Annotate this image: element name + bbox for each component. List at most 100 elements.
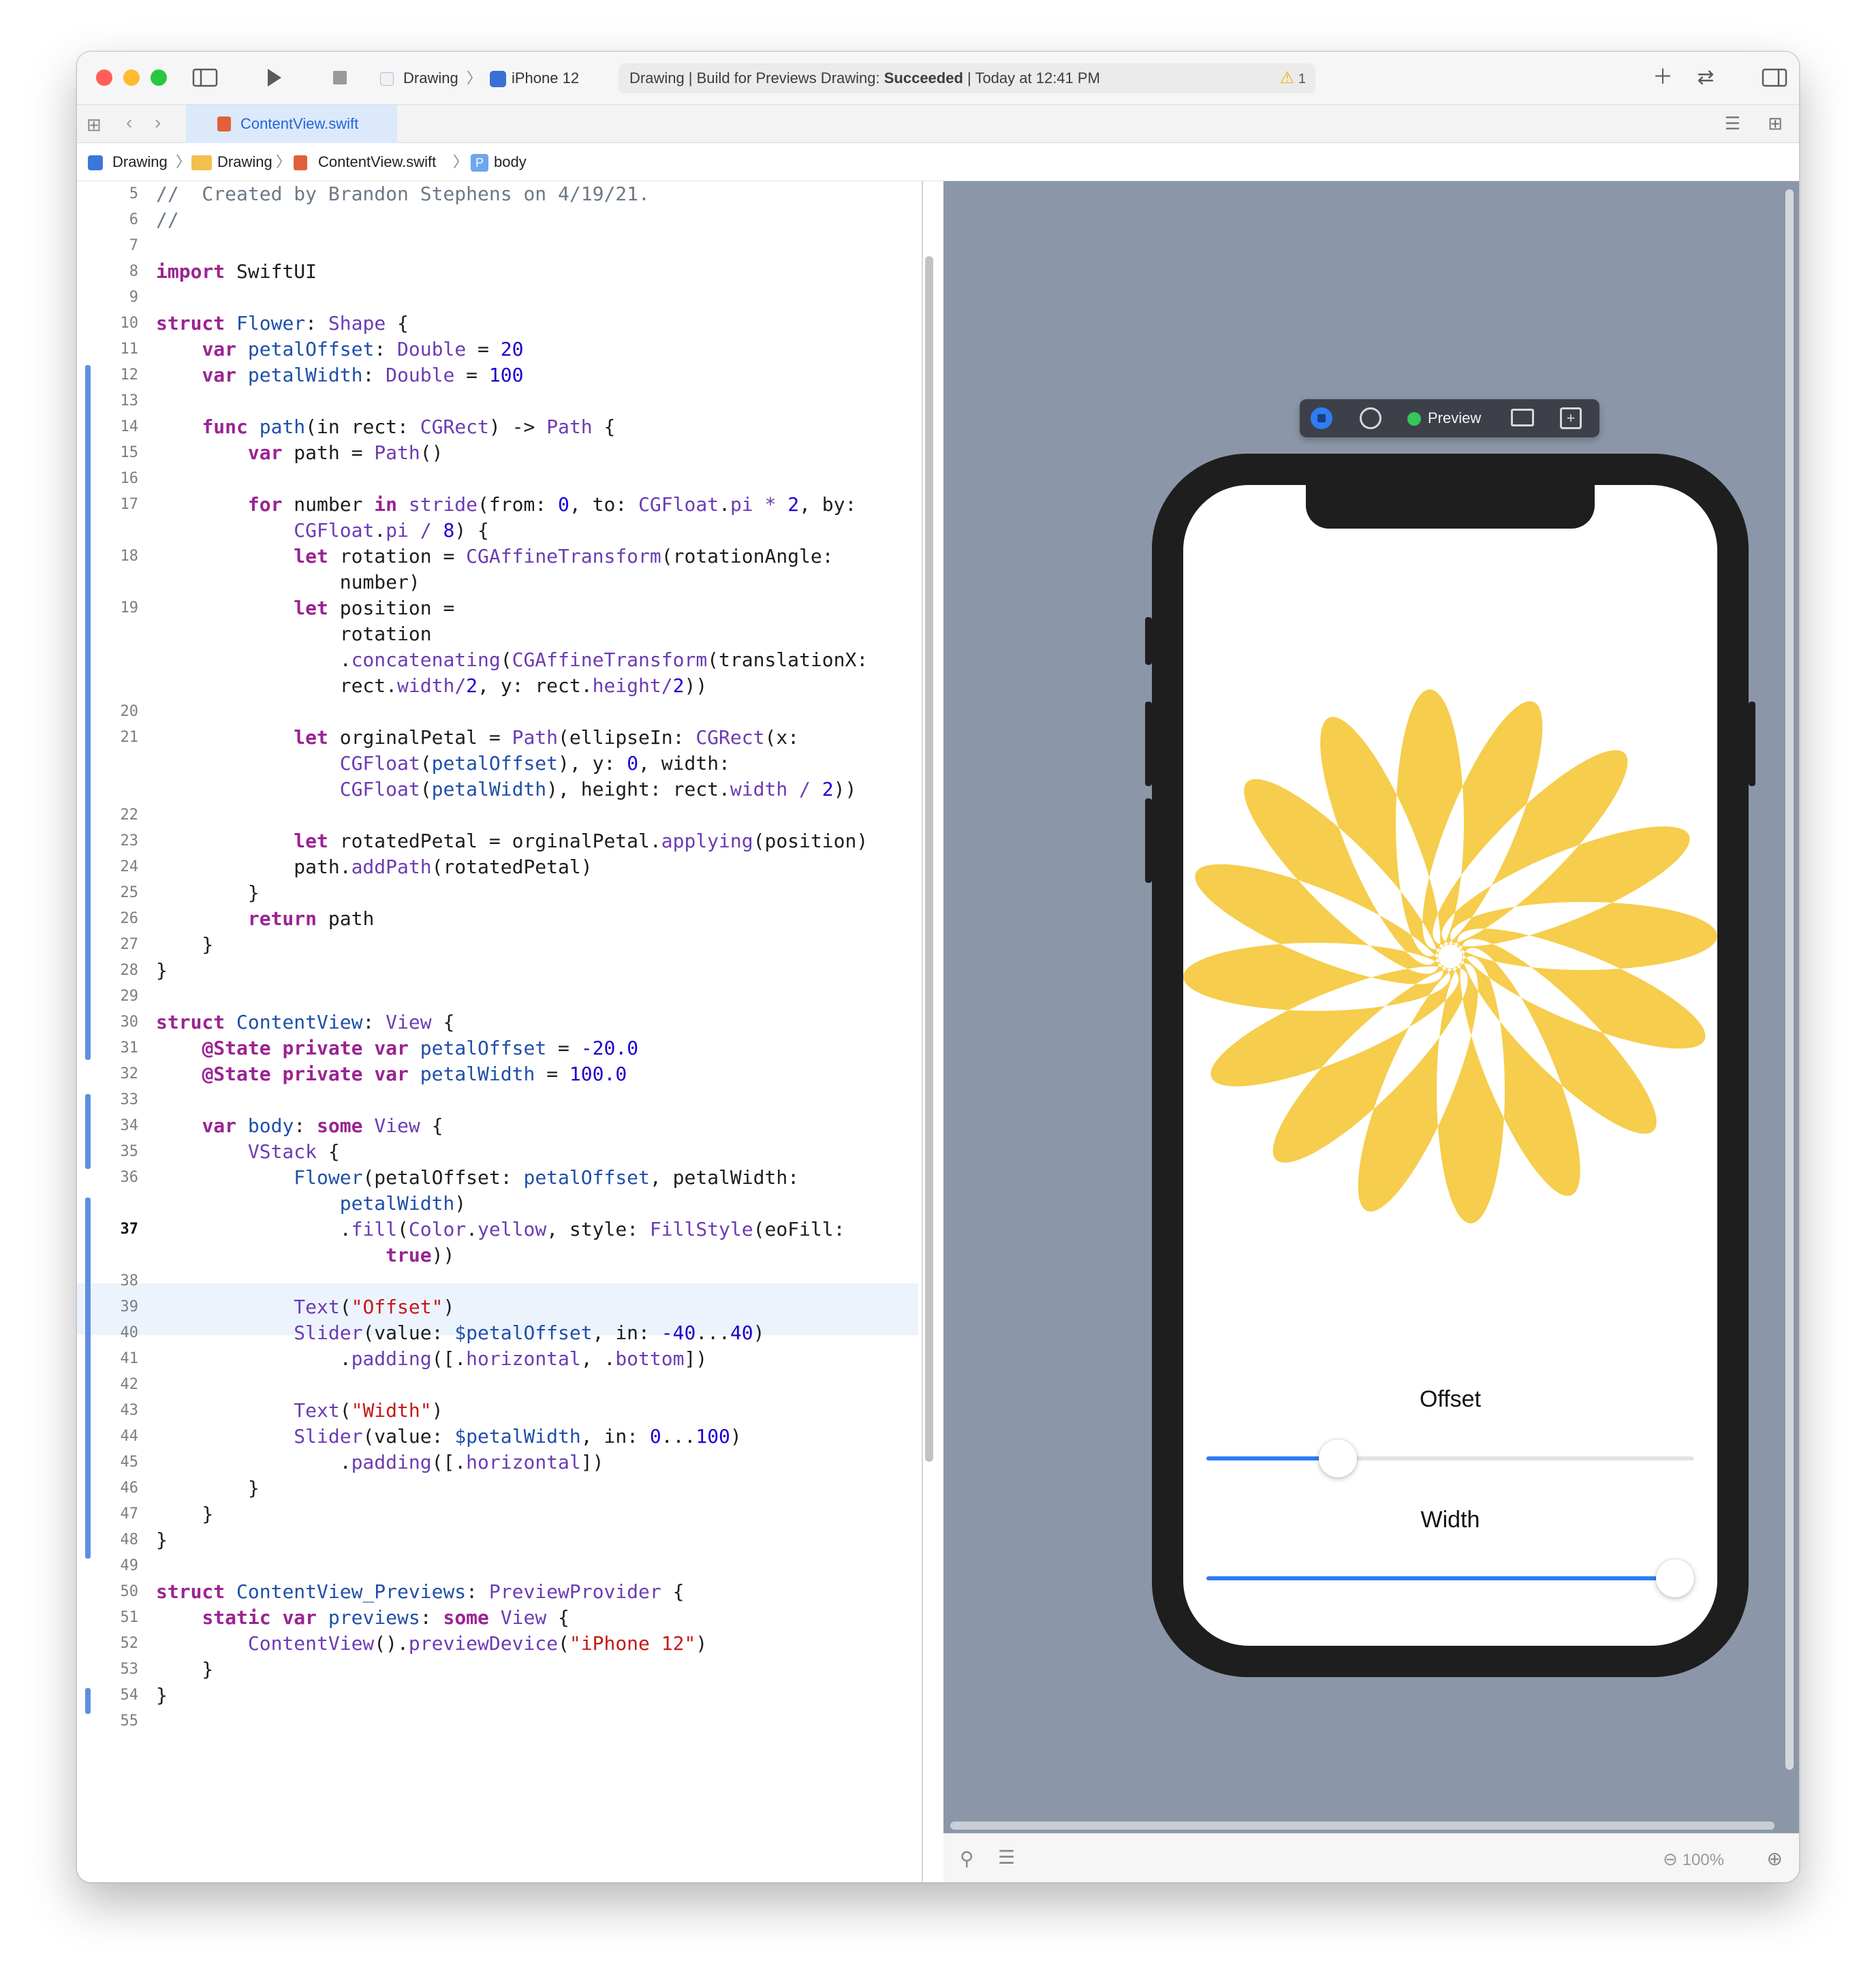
code-line[interactable]: 27 } bbox=[77, 932, 918, 958]
code-editor[interactable]: 5 // Created by Brandon Stephens on 4/19/… bbox=[77, 181, 922, 1882]
code-line[interactable]: 10 struct Flower: Shape { bbox=[77, 311, 918, 337]
code-line[interactable]: CGFloat.pi / 8) { bbox=[77, 518, 918, 544]
code-line[interactable]: 39 Text("Offset") bbox=[77, 1294, 918, 1320]
tab-contentview-swift[interactable]: ContentView.swift bbox=[186, 105, 397, 143]
editor-divider[interactable] bbox=[922, 181, 923, 1882]
code-line[interactable]: 19 let position = bbox=[77, 595, 918, 621]
close-button[interactable] bbox=[96, 69, 112, 86]
code-line[interactable]: .concatenating(CGAffineTransform(transla… bbox=[77, 647, 918, 673]
code-line[interactable]: 15 var path = Path() bbox=[77, 440, 918, 466]
code-line[interactable]: true)) bbox=[77, 1242, 918, 1268]
breadcrumb-project[interactable]: Drawing bbox=[112, 143, 168, 181]
code-line[interactable]: CGFloat(petalOffset), y: 0, width: bbox=[77, 751, 918, 777]
width-slider[interactable] bbox=[1206, 1559, 1694, 1597]
zoom-control[interactable]: ⊖ 100% bbox=[1663, 1849, 1724, 1870]
code-line[interactable]: 23 let rotatedPetal = orginalPetal.apply… bbox=[77, 828, 918, 854]
run-icon[interactable] bbox=[260, 65, 287, 90]
code-line[interactable]: rect.width/2, y: rect.height/2)) bbox=[77, 673, 918, 699]
scheme-selector[interactable]: Drawing 〉 iPhone 12 bbox=[380, 67, 579, 90]
zoom-out-icon[interactable]: ⊖ bbox=[1663, 1849, 1678, 1869]
code-line[interactable]: 34 var body: some View { bbox=[77, 1113, 918, 1139]
code-line[interactable]: 20 bbox=[77, 699, 918, 725]
zoom-button[interactable] bbox=[151, 69, 167, 86]
code-line[interactable]: 36 Flower(petalOffset: petalOffset, peta… bbox=[77, 1165, 918, 1191]
zoom-in-icon[interactable]: ⊕ bbox=[1767, 1847, 1783, 1870]
stop-icon[interactable] bbox=[326, 65, 354, 90]
code-line[interactable]: 43 Text("Width") bbox=[77, 1398, 918, 1424]
code-line[interactable]: 31 @State private var petalOffset = -20.… bbox=[77, 1035, 918, 1061]
code-line[interactable]: 45 .padding([.horizontal]) bbox=[77, 1450, 918, 1475]
code-line[interactable]: 33 bbox=[77, 1087, 918, 1113]
grid-icon[interactable]: ⊞ bbox=[87, 114, 107, 135]
code-line[interactable]: 47 } bbox=[77, 1501, 918, 1527]
code-line[interactable]: 25 } bbox=[77, 880, 918, 906]
code-line[interactable]: 53 } bbox=[77, 1657, 918, 1683]
code-line[interactable]: 55 bbox=[77, 1708, 918, 1734]
sidebar-toggle-icon[interactable] bbox=[191, 65, 219, 90]
code-line[interactable]: rotation bbox=[77, 621, 918, 647]
code-line[interactable]: 41 .padding([.horizontal, .bottom]) bbox=[77, 1346, 918, 1372]
breadcrumb-symbol[interactable]: body bbox=[494, 143, 527, 181]
code-line[interactable]: 8 import SwiftUI bbox=[77, 259, 918, 285]
code-line[interactable]: 42 bbox=[77, 1372, 918, 1398]
duplicate-preview-icon[interactable]: + bbox=[1560, 407, 1582, 429]
code-line[interactable]: 26 return path bbox=[77, 906, 918, 932]
breadcrumb-group[interactable]: Drawing bbox=[217, 143, 272, 181]
offset-slider-thumb[interactable] bbox=[1319, 1439, 1357, 1478]
swap-icon[interactable]: ⇄ bbox=[1689, 65, 1723, 90]
canvas-vertical-scrollbar[interactable] bbox=[1785, 189, 1794, 1770]
width-slider-thumb[interactable] bbox=[1656, 1559, 1694, 1597]
code-line[interactable]: 46 } bbox=[77, 1475, 918, 1501]
preview-label[interactable]: Preview bbox=[1428, 399, 1481, 437]
code-line[interactable]: 29 bbox=[77, 984, 918, 1010]
code-line[interactable]: 52 ContentView().previewDevice("iPhone 1… bbox=[77, 1631, 918, 1657]
code-line[interactable]: 18 let rotation = CGAffineTransform(rota… bbox=[77, 544, 918, 569]
code-line[interactable]: 21 let orginalPetal = Path(ellipseIn: CG… bbox=[77, 725, 918, 751]
code-line[interactable]: 5 // Created by Brandon Stephens on 4/19/… bbox=[77, 181, 918, 207]
back-icon[interactable]: ‹ bbox=[126, 112, 132, 134]
editor-options-icon[interactable]: ☰ bbox=[1725, 113, 1740, 134]
code-line[interactable]: 48} bbox=[77, 1527, 918, 1553]
code-line[interactable]: 11 var petalOffset: Double = 20 bbox=[77, 337, 918, 362]
code-line[interactable]: 12 var petalWidth: Double = 100 bbox=[77, 362, 918, 388]
code-line[interactable]: 38 bbox=[77, 1268, 918, 1294]
code-line[interactable]: 6 // bbox=[77, 207, 918, 233]
pin-icon[interactable]: ⚲ bbox=[960, 1847, 974, 1870]
code-line[interactable]: 32 @State private var petalWidth = 100.0 bbox=[77, 1061, 918, 1087]
code-line[interactable]: 35 VStack { bbox=[77, 1139, 918, 1165]
code-line[interactable]: 49 bbox=[77, 1553, 918, 1579]
code-line[interactable]: 9 bbox=[77, 285, 918, 311]
code-line[interactable]: 13 bbox=[77, 388, 918, 414]
adjust-icon[interactable]: ☰ bbox=[998, 1846, 1015, 1869]
minimize-button[interactable] bbox=[123, 69, 140, 86]
warning-badge[interactable]: ⚠ 1 bbox=[1280, 63, 1306, 94]
add-editor-icon[interactable]: ⊞ bbox=[1768, 113, 1783, 134]
inspect-icon[interactable] bbox=[1360, 407, 1381, 429]
code-line[interactable]: 40 Slider(value: $petalOffset, in: -40..… bbox=[77, 1320, 918, 1346]
editor-scrollbar[interactable] bbox=[925, 256, 933, 1462]
code-line[interactable]: 7 bbox=[77, 233, 918, 259]
inspector-toggle-icon[interactable] bbox=[1761, 65, 1788, 90]
live-preview-icon[interactable] bbox=[1311, 407, 1332, 429]
code-line[interactable]: 17 for number in stride(from: 0, to: CGF… bbox=[77, 492, 918, 518]
code-line[interactable]: 24 path.addPath(rotatedPetal) bbox=[77, 854, 918, 880]
add-icon[interactable]: ＋ bbox=[1649, 65, 1676, 90]
code-line[interactable]: 44 Slider(value: $petalWidth, in: 0...10… bbox=[77, 1424, 918, 1450]
canvas-horizontal-scrollbar[interactable] bbox=[950, 1822, 1775, 1830]
code-line[interactable]: 37 .fill(Color.yellow, style: FillStyle(… bbox=[77, 1217, 918, 1242]
code-line[interactable]: 30 struct ContentView: View { bbox=[77, 1010, 918, 1035]
device-settings-icon[interactable] bbox=[1511, 409, 1534, 426]
code-line[interactable]: 50 struct ContentView_Previews: PreviewPr… bbox=[77, 1579, 918, 1605]
code-line[interactable]: 51 static var previews: some View { bbox=[77, 1605, 918, 1631]
code-line[interactable]: 22 bbox=[77, 802, 918, 828]
code-line[interactable]: 16 bbox=[77, 466, 918, 492]
offset-slider[interactable] bbox=[1206, 1439, 1694, 1478]
forward-icon[interactable]: › bbox=[155, 112, 161, 134]
code-line[interactable]: petalWidth) bbox=[77, 1191, 918, 1217]
code-line[interactable]: CGFloat(petalWidth), height: rect.width … bbox=[77, 777, 918, 802]
code-line[interactable]: number) bbox=[77, 569, 918, 595]
code-line[interactable]: 14 func path(in rect: CGRect) -> Path { bbox=[77, 414, 918, 440]
breadcrumb-file[interactable]: ContentView.swift bbox=[318, 143, 436, 181]
code-line[interactable]: 28} bbox=[77, 958, 918, 984]
code-line[interactable]: 54} bbox=[77, 1683, 918, 1708]
